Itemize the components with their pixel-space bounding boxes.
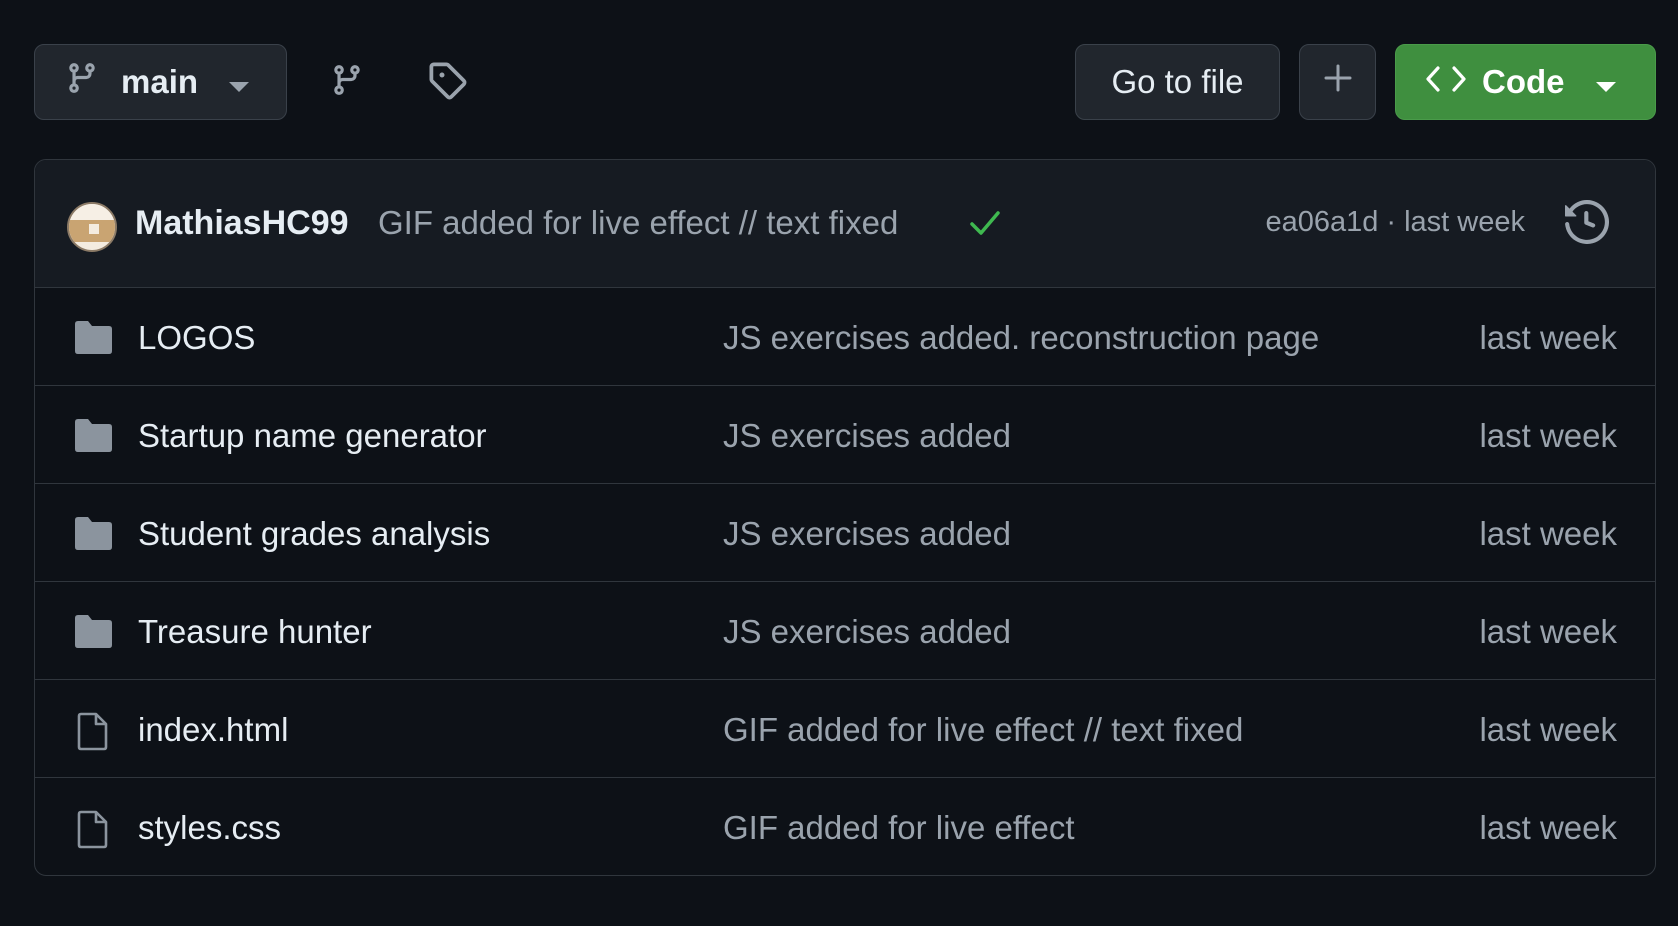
commit-sha-time[interactable]: ea06a1d · last week bbox=[1265, 206, 1525, 239]
repo-toolbar: main Go to file Code bbox=[34, 44, 1656, 120]
file-name[interactable]: LOGOS bbox=[138, 319, 255, 357]
commit-author[interactable]: MathiasHC99 bbox=[135, 204, 349, 243]
git-branch-icon bbox=[65, 59, 99, 105]
file-commit-date: last week bbox=[1479, 809, 1617, 846]
latest-commit-bar: MathiasHC99 GIF added for live effect //… bbox=[35, 160, 1655, 288]
file-name[interactable]: Startup name generator bbox=[138, 417, 487, 455]
file-commit-date: last week bbox=[1479, 613, 1617, 650]
git-branch-icon bbox=[330, 61, 364, 104]
history-icon[interactable] bbox=[1565, 199, 1610, 249]
file-row-student-grades-analysis[interactable]: Student grades analysis JS exercises add… bbox=[35, 484, 1655, 582]
caret-down-icon bbox=[228, 63, 250, 101]
file-row-styles-css[interactable]: styles.css GIF added for live effect las… bbox=[35, 778, 1655, 875]
check-icon[interactable] bbox=[968, 208, 1002, 243]
plus-icon bbox=[1323, 63, 1353, 101]
file-commit-date: last week bbox=[1479, 319, 1617, 356]
file-commit-message[interactable]: JS exercises added bbox=[723, 417, 1011, 455]
file-commit-message[interactable]: JS exercises added. reconstruction page bbox=[723, 319, 1319, 357]
file-row-logos[interactable]: LOGOS JS exercises added. reconstruction… bbox=[35, 288, 1655, 386]
code-button[interactable]: Code bbox=[1395, 44, 1656, 120]
file-row-index-html[interactable]: index.html GIF added for live effect // … bbox=[35, 680, 1655, 778]
file-commit-message[interactable]: GIF added for live effect // text fixed bbox=[723, 711, 1243, 749]
branches-button[interactable] bbox=[317, 44, 377, 120]
file-commit-date: last week bbox=[1479, 711, 1617, 748]
branch-selector-button[interactable]: main bbox=[34, 44, 287, 120]
folder-icon bbox=[73, 515, 113, 556]
file-name[interactable]: Student grades analysis bbox=[138, 515, 490, 553]
code-icon bbox=[1426, 63, 1466, 101]
file-icon bbox=[73, 711, 113, 756]
file-browser: MathiasHC99 GIF added for live effect //… bbox=[34, 159, 1656, 876]
folder-icon bbox=[73, 417, 113, 458]
caret-down-icon bbox=[1595, 63, 1617, 101]
tag-icon bbox=[427, 60, 467, 105]
file-name[interactable]: index.html bbox=[138, 711, 288, 749]
add-file-button[interactable] bbox=[1299, 44, 1376, 120]
folder-icon bbox=[73, 319, 113, 360]
file-icon bbox=[73, 809, 113, 854]
file-name[interactable]: Treasure hunter bbox=[138, 613, 372, 651]
go-to-file-button[interactable]: Go to file bbox=[1075, 44, 1280, 120]
avatar[interactable] bbox=[67, 202, 117, 252]
file-name[interactable]: styles.css bbox=[138, 809, 281, 847]
tags-button[interactable] bbox=[417, 44, 477, 120]
file-commit-date: last week bbox=[1479, 515, 1617, 552]
branch-name: main bbox=[121, 63, 199, 100]
file-row-treasure-hunter[interactable]: Treasure hunter JS exercises added last … bbox=[35, 582, 1655, 680]
folder-icon bbox=[73, 613, 113, 654]
go-to-file-label: Go to file bbox=[1111, 63, 1244, 100]
file-row-startup-name-generator[interactable]: Startup name generator JS exercises adde… bbox=[35, 386, 1655, 484]
file-commit-message[interactable]: JS exercises added bbox=[723, 613, 1011, 651]
file-commit-message[interactable]: GIF added for live effect bbox=[723, 809, 1075, 847]
file-commit-date: last week bbox=[1479, 417, 1617, 454]
file-commit-message[interactable]: JS exercises added bbox=[723, 515, 1011, 553]
code-label: Code bbox=[1482, 63, 1565, 100]
commit-message[interactable]: GIF added for live effect // text fixed bbox=[378, 204, 898, 242]
